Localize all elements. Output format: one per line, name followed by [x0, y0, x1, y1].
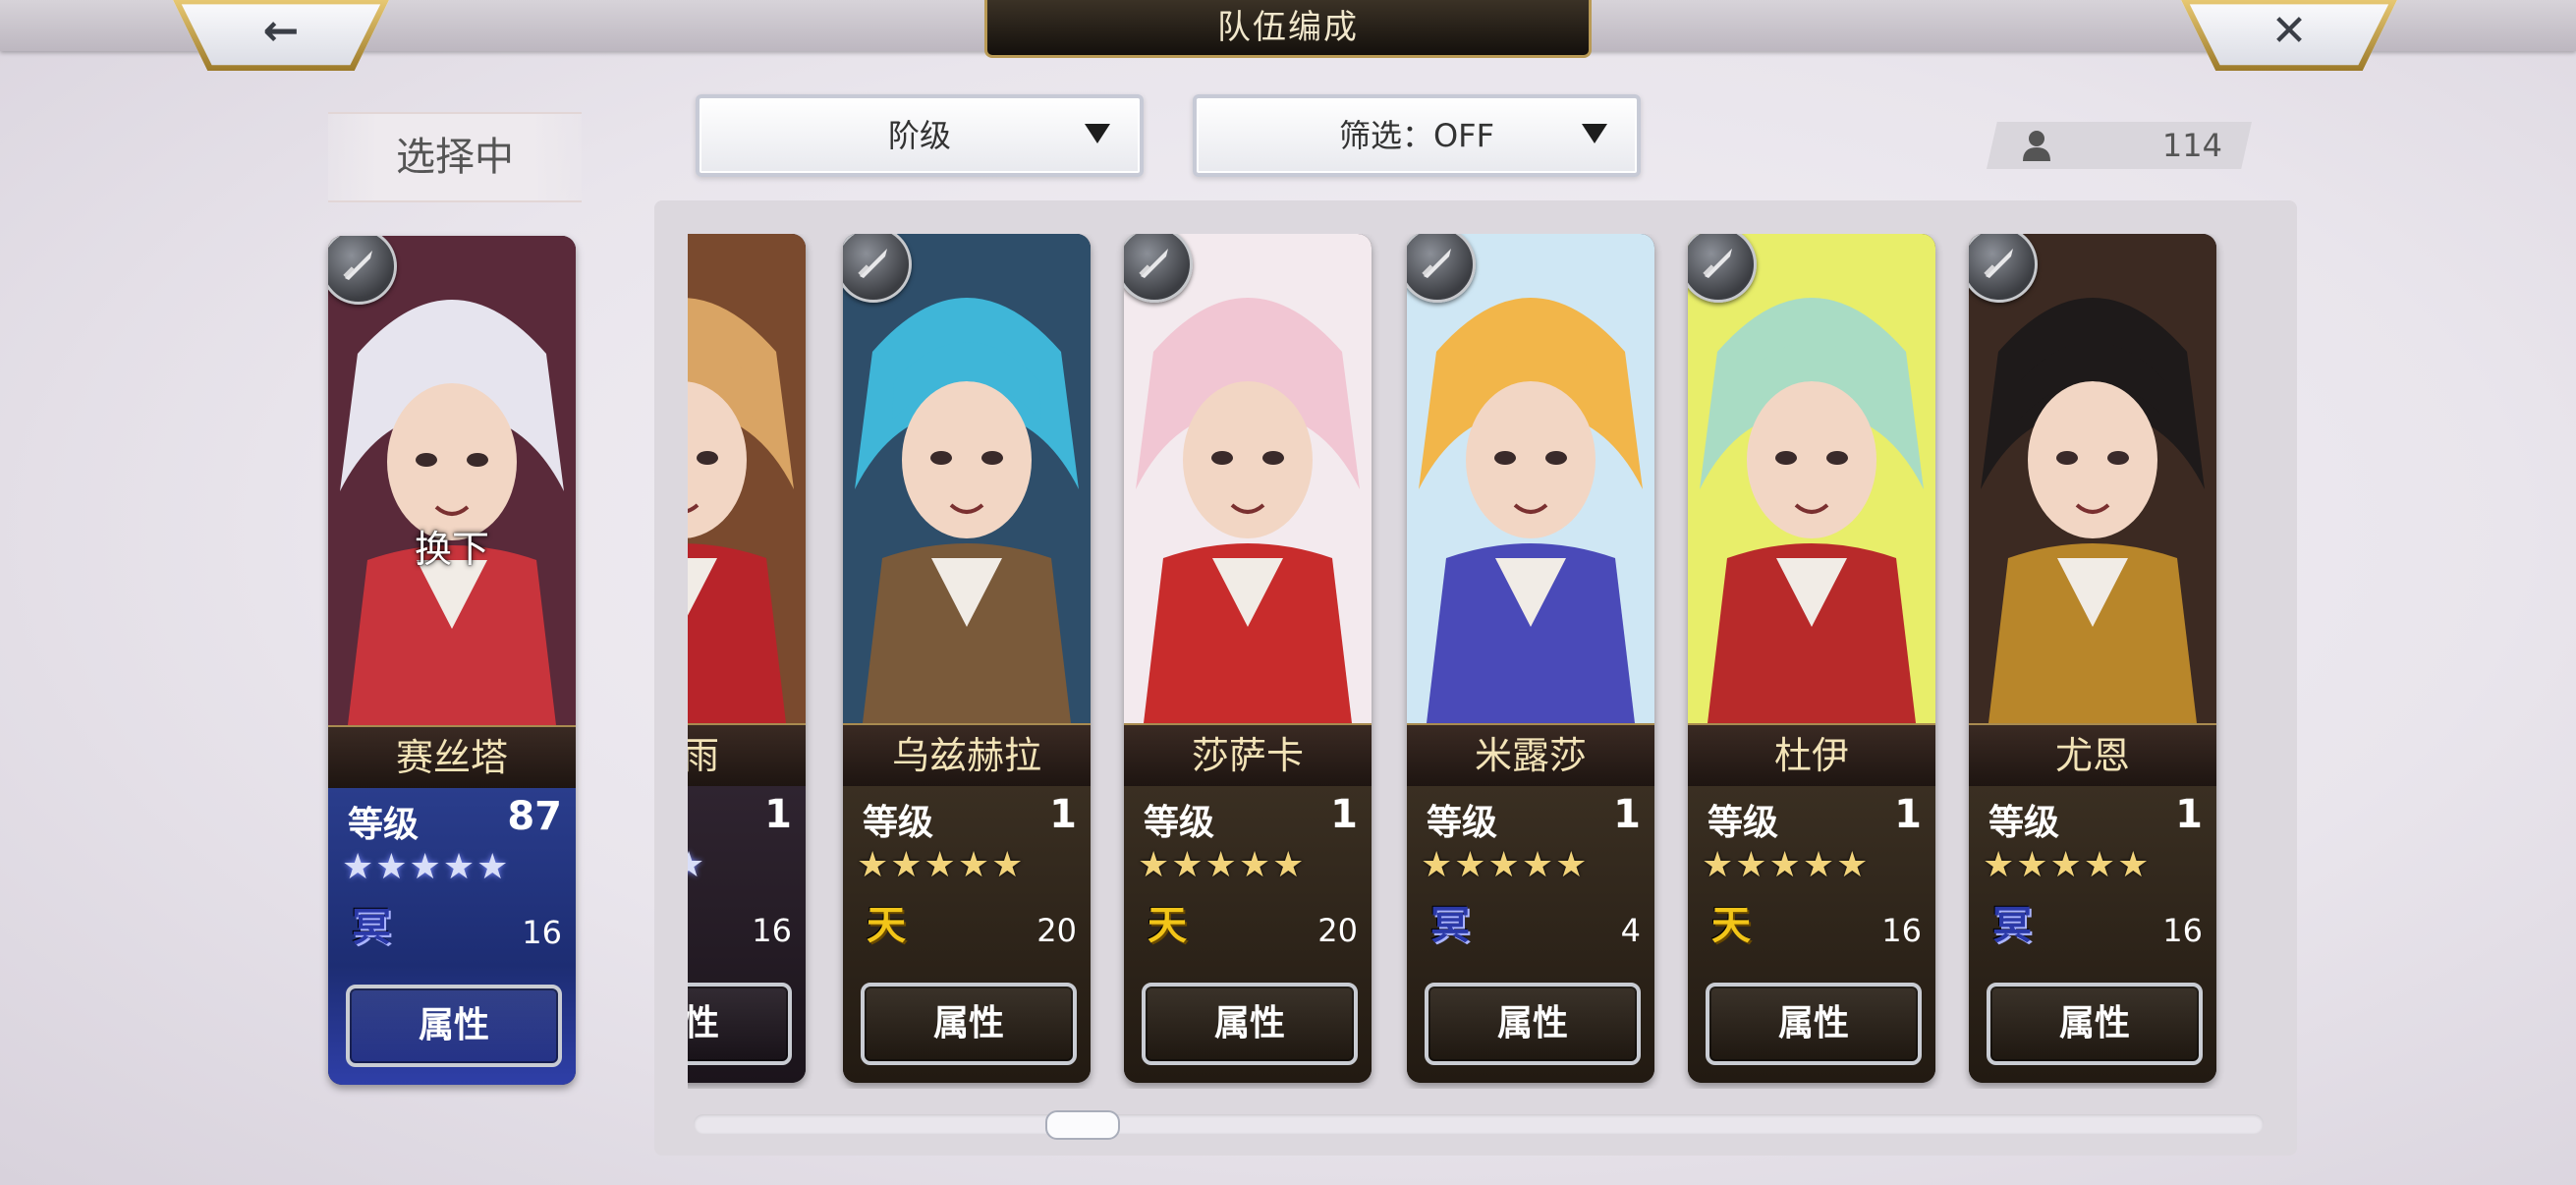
page-title: 队伍编成 — [984, 0, 1592, 58]
level-label: 等级 — [348, 805, 420, 845]
sub-value: 16 — [1881, 912, 1922, 949]
level-value: 1 — [1049, 792, 1077, 837]
character-card[interactable]: 杜伊 等级 1 ★★★★★ 天 16 属性 — [1688, 234, 1935, 1083]
back-arrow-icon: ← — [262, 6, 300, 56]
rank-badge: 冥 — [352, 905, 391, 950]
star-rating: ★★★★★ — [1421, 845, 1590, 885]
star-rating: ★★★★★ — [342, 847, 511, 887]
level-label: 等级 — [1427, 803, 1498, 843]
sub-value: 16 — [2162, 912, 2203, 949]
character-portrait — [1407, 234, 1654, 723]
attributes-button[interactable]: 属性 — [1987, 983, 2203, 1065]
character-card[interactable]: 米露莎 等级 1 ★★★★★ 冥 4 属性 — [1407, 234, 1654, 1083]
scrollbar-thumb[interactable] — [1045, 1110, 1120, 1140]
level-label: 等级 — [1708, 803, 1779, 843]
sub-value: 4 — [1620, 912, 1641, 949]
sub-value: 16 — [752, 912, 792, 949]
rank-badge: 冥 — [1992, 903, 2032, 948]
character-name: 米露莎 — [1407, 723, 1654, 788]
star-rating: ★★★★ — [688, 845, 707, 885]
star-rating: ★★★★★ — [1138, 845, 1307, 885]
level-value: 87 — [507, 794, 562, 839]
character-stats: 等级 1 ★★★★★ 天 16 属性 — [1688, 786, 1935, 1083]
character-portrait — [843, 234, 1091, 723]
roster-count: 114 — [1987, 122, 2252, 169]
star-rating: ★★★★★ — [1983, 845, 2152, 885]
roster-list[interactable]: 时雨 级 1 ★★★★ 16 属性 — [688, 234, 2260, 1089]
close-button[interactable]: ✕ — [2181, 0, 2397, 71]
level-value: 1 — [764, 792, 792, 837]
sub-value: 16 — [522, 914, 562, 951]
character-portrait — [688, 234, 806, 723]
selected-label: 选择中 — [328, 112, 582, 202]
character-name: 赛丝塔 — [328, 725, 576, 790]
scrollbar-track[interactable] — [694, 1114, 2264, 1134]
character-name: 时雨 — [688, 723, 806, 788]
character-portrait — [1688, 234, 1935, 723]
attributes-button[interactable]: 属性 — [1142, 983, 1358, 1065]
character-portrait — [1124, 234, 1372, 723]
level-value: 1 — [1894, 792, 1922, 837]
character-card[interactable]: 时雨 级 1 ★★★★ 16 属性 — [688, 234, 806, 1083]
character-card[interactable]: 乌兹赫拉 等级 1 ★★★★★ 天 20 属性 — [843, 234, 1091, 1083]
level-value: 1 — [2175, 792, 2203, 837]
character-stats: 级 1 ★★★★ 16 属性 — [688, 786, 806, 1083]
level-value: 1 — [1613, 792, 1641, 837]
chevron-down-icon — [1582, 124, 1607, 143]
star-rating: ★★★★★ — [1702, 845, 1871, 885]
roster-count-value: 114 — [2161, 127, 2222, 164]
character-stats: 等级 87 ★★★★★ 冥 16 属性 — [328, 788, 576, 1085]
rank-badge: 天 — [867, 903, 906, 948]
character-stats: 等级 1 ★★★★★ 天 20 属性 — [1124, 786, 1372, 1083]
character-card[interactable]: 尤恩 等级 1 ★★★★★ 冥 16 属性 — [1969, 234, 2216, 1083]
filter-dropdown-label: 筛选：OFF — [1338, 117, 1494, 154]
attributes-button[interactable]: 属性 — [346, 985, 562, 1067]
character-stats: 等级 1 ★★★★★ 天 20 属性 — [843, 786, 1091, 1083]
attributes-button[interactable]: 属性 — [688, 983, 792, 1065]
character-portrait — [328, 236, 576, 725]
level-value: 1 — [1330, 792, 1358, 837]
attributes-button[interactable]: 属性 — [1425, 983, 1641, 1065]
star-rating: ★★★★★ — [857, 845, 1026, 885]
sub-value: 20 — [1036, 912, 1077, 949]
sub-value: 20 — [1317, 912, 1358, 949]
close-icon: ✕ — [2270, 6, 2308, 56]
swap-label: 换下 — [414, 528, 489, 571]
character-stats: 等级 1 ★★★★★ 冥 4 属性 — [1407, 786, 1654, 1083]
sort-dropdown-label: 阶级 — [887, 117, 951, 154]
attributes-button[interactable]: 属性 — [861, 983, 1077, 1065]
character-stats: 等级 1 ★★★★★ 冥 16 属性 — [1969, 786, 2216, 1083]
character-name: 莎萨卡 — [1124, 723, 1372, 788]
filter-dropdown[interactable]: 筛选：OFF — [1193, 94, 1641, 177]
attributes-button[interactable]: 属性 — [1706, 983, 1922, 1065]
character-name: 乌兹赫拉 — [843, 723, 1091, 788]
sort-dropdown[interactable]: 阶级 — [696, 94, 1144, 177]
rank-badge: 冥 — [1430, 903, 1470, 948]
level-label: 等级 — [1144, 803, 1215, 843]
rank-badge: 天 — [1148, 903, 1187, 948]
character-card[interactable]: 莎萨卡 等级 1 ★★★★★ 天 20 属性 — [1124, 234, 1372, 1083]
character-name: 杜伊 — [1688, 723, 1935, 788]
level-label: 等级 — [863, 803, 934, 843]
rank-badge: 天 — [1711, 903, 1751, 948]
character-portrait — [1969, 234, 2216, 723]
person-icon — [2023, 131, 2050, 161]
character-name: 尤恩 — [1969, 723, 2216, 788]
selected-character-card[interactable]: 换下 赛丝塔 等级 87 ★★★★★ 冥 16 属性 — [328, 236, 576, 1085]
level-label: 等级 — [1988, 803, 2060, 843]
back-button[interactable]: ← — [173, 0, 389, 71]
chevron-down-icon — [1085, 124, 1110, 143]
